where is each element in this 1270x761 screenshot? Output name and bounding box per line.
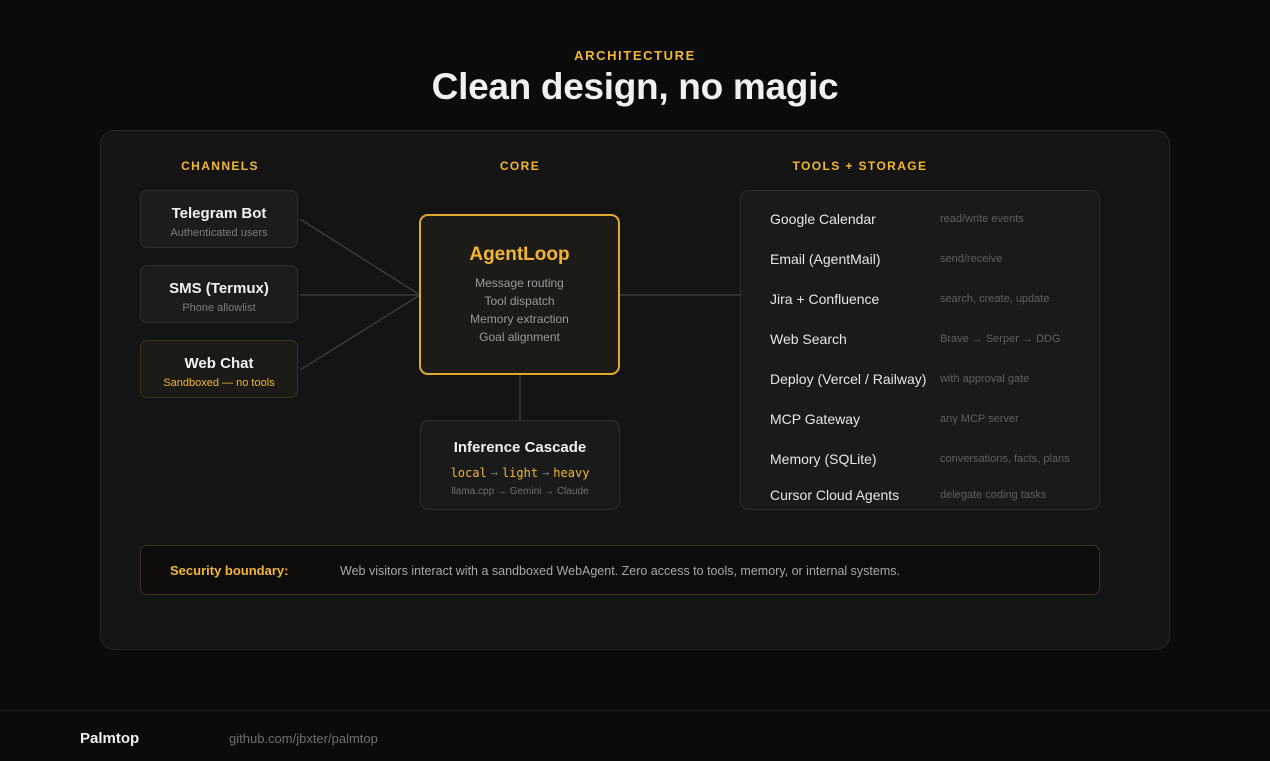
tool-name: Google Calendar [770, 211, 876, 227]
tool-description: send/receive [940, 253, 1003, 265]
tool-name: Deploy (Vercel / Railway) [770, 371, 927, 387]
tool-name: Web Search [770, 331, 847, 347]
arrow-right-icon: → [490, 466, 498, 480]
channel-sms-termux: SMS (Termux) Phone allowlist [140, 265, 298, 323]
core-line: Message routing [475, 276, 564, 290]
channel-subtitle: Authenticated users [170, 227, 268, 239]
tool-row: Email (AgentMail) send/receive [770, 251, 1099, 271]
tool-description: search, create, update [940, 293, 1050, 305]
tool-name: Jira + Confluence [770, 291, 880, 307]
core-title: AgentLoop [469, 244, 570, 265]
tools-storage-list: Google Calendar read/write events Email … [740, 190, 1100, 510]
tool-description: Brave → Serper → DDG [940, 333, 1061, 345]
tool-name: Memory (SQLite) [770, 451, 877, 467]
section-eyebrow: ARCHITECTURE [574, 48, 696, 63]
tool-row: Deploy (Vercel / Railway) with approval … [770, 371, 1099, 391]
tool-row: Memory (SQLite) conversations, facts, pl… [770, 451, 1099, 471]
repo-link[interactable]: github.com/jbxter/palmtop [229, 731, 378, 746]
tool-row: Jira + Confluence search, create, update [770, 291, 1099, 311]
tool-name: Cursor Cloud Agents [770, 487, 900, 503]
column-label-tools: TOOLS + STORAGE [792, 159, 928, 173]
tool-name: Email (AgentMail) [770, 251, 881, 267]
tool-description: conversations, facts, plans [940, 453, 1070, 465]
core-line: Tool dispatch [484, 294, 555, 308]
column-label-channels: CHANNELS [181, 159, 259, 173]
channel-title: Web Chat [184, 355, 254, 372]
tool-row: Google Calendar read/write events [770, 211, 1099, 231]
tool-description: with approval gate [940, 373, 1030, 385]
tool-description: delegate coding tasks [940, 489, 1047, 501]
channel-subtitle: Sandboxed — no tools [163, 377, 275, 389]
channel-telegram-bot: Telegram Bot Authenticated users [140, 190, 298, 248]
security-boundary-callout: Security boundary: Web visitors interact… [140, 545, 1100, 595]
core-line: Memory extraction [470, 312, 569, 326]
inference-cascade: Inference Cascade local → light → heavy llam… [420, 420, 620, 510]
tier-heavy: heavy [553, 466, 590, 480]
tool-row: Web Search Brave → Serper → DDG [770, 331, 1099, 351]
tool-name: MCP Gateway [770, 411, 860, 427]
tool-description: any MCP server [940, 413, 1019, 425]
inference-title: Inference Cascade [453, 439, 587, 456]
page-title: Clean design, no magic [431, 66, 839, 107]
inference-tiers: local → light → heavy [421, 466, 619, 480]
tool-row: MCP Gateway any MCP server [770, 411, 1099, 431]
column-label-core: CORE [499, 159, 541, 173]
channel-subtitle: Phone allowlist [182, 302, 256, 314]
core-responsibilities: Message routing Tool dispatch Memory ext… [421, 274, 618, 346]
arrow-right-icon: → [542, 466, 550, 480]
tier-light: light [501, 466, 539, 480]
footer: Palmtop github.com/jbxter/palmtop [0, 710, 1270, 761]
channel-web-chat: Web Chat Sandboxed — no tools [140, 340, 298, 398]
tier-local: local [450, 466, 487, 480]
brand-name: Palmtop [80, 730, 140, 747]
security-label: Security boundary: [170, 563, 289, 578]
core-line: Goal alignment [479, 330, 560, 344]
security-text: Web visitors interact with a sandboxed W… [340, 564, 900, 578]
tool-description: read/write events [940, 213, 1024, 225]
tool-row: Cursor Cloud Agents delegate coding task… [770, 487, 1099, 507]
channel-title: SMS (Termux) [169, 280, 269, 297]
inference-models: llama.cpp → Gemini → Claude [451, 486, 589, 497]
channel-title: Telegram Bot [171, 205, 267, 222]
core-agentloop: AgentLoop Message routing Tool dispatch … [419, 214, 620, 375]
